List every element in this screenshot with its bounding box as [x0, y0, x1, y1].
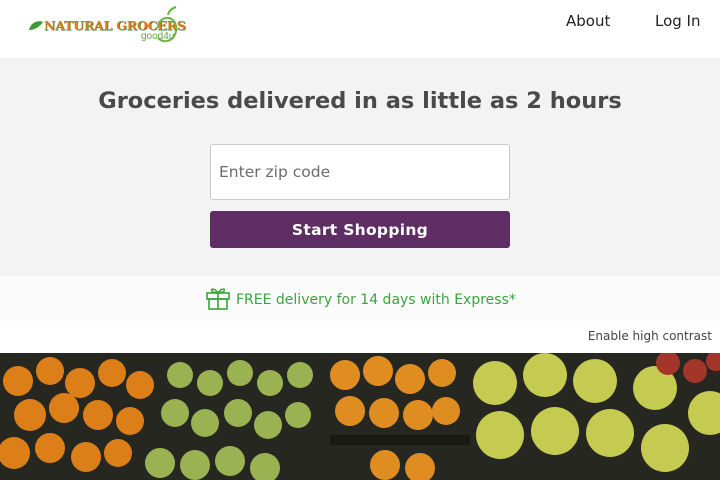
- top-bar: Natural Grocers good4u About Log In: [0, 0, 720, 58]
- leaf-icon: [29, 21, 43, 30]
- login-link[interactable]: Log In: [655, 12, 701, 30]
- logo-tagline: good4u: [141, 31, 175, 42]
- promo-text[interactable]: FREE delivery for 14 days with Express*: [236, 292, 516, 308]
- promo-banner: FREE delivery for 14 days with Express*: [0, 276, 720, 321]
- about-link[interactable]: About: [566, 12, 610, 30]
- produce-photo-illustration: [0, 353, 720, 480]
- produce-hero-image: [0, 353, 720, 480]
- accessibility-bar: Enable high contrast: [0, 321, 720, 353]
- gift-icon: [206, 288, 230, 310]
- high-contrast-toggle[interactable]: Enable high contrast: [588, 329, 712, 343]
- zip-code-input[interactable]: [210, 144, 510, 200]
- start-shopping-button[interactable]: Start Shopping: [210, 211, 510, 248]
- natural-grocers-logo[interactable]: Natural Grocers good4u: [26, 6, 186, 50]
- hero-headline: Groceries delivered in as little as 2 ho…: [98, 88, 622, 114]
- hero-section: Groceries delivered in as little as 2 ho…: [0, 58, 720, 276]
